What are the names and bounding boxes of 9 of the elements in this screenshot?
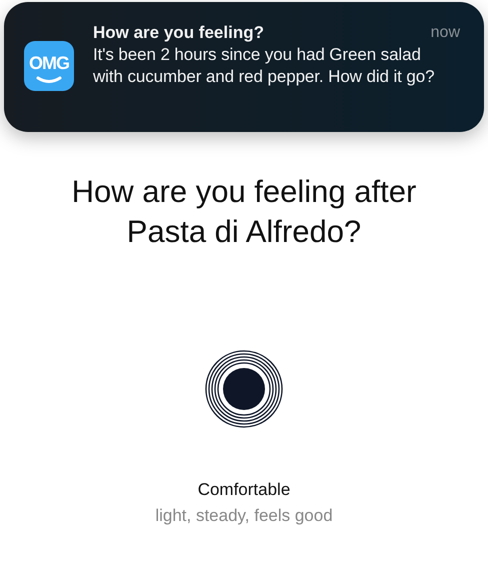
mood-dial[interactable] xyxy=(204,349,284,429)
mood-label: Comfortable xyxy=(198,479,290,501)
notification-title: How are you feeling? xyxy=(93,22,264,44)
question-heading: How are you feeling after Pasta di Alfredo? xyxy=(70,173,418,251)
app-icon: OMG xyxy=(24,41,74,91)
notification-card[interactable]: OMG How are you feeling? now It's been 2 hours since you had Green salad with cucumber and red pepper. How did it go? xyxy=(4,2,484,132)
notification-body: It's been 2 hours since you had Green salad with cucumber and red pepper. How did it go? xyxy=(93,44,436,88)
notification-time: now xyxy=(430,23,460,43)
mood-description: light, steady, feels good xyxy=(155,505,333,527)
